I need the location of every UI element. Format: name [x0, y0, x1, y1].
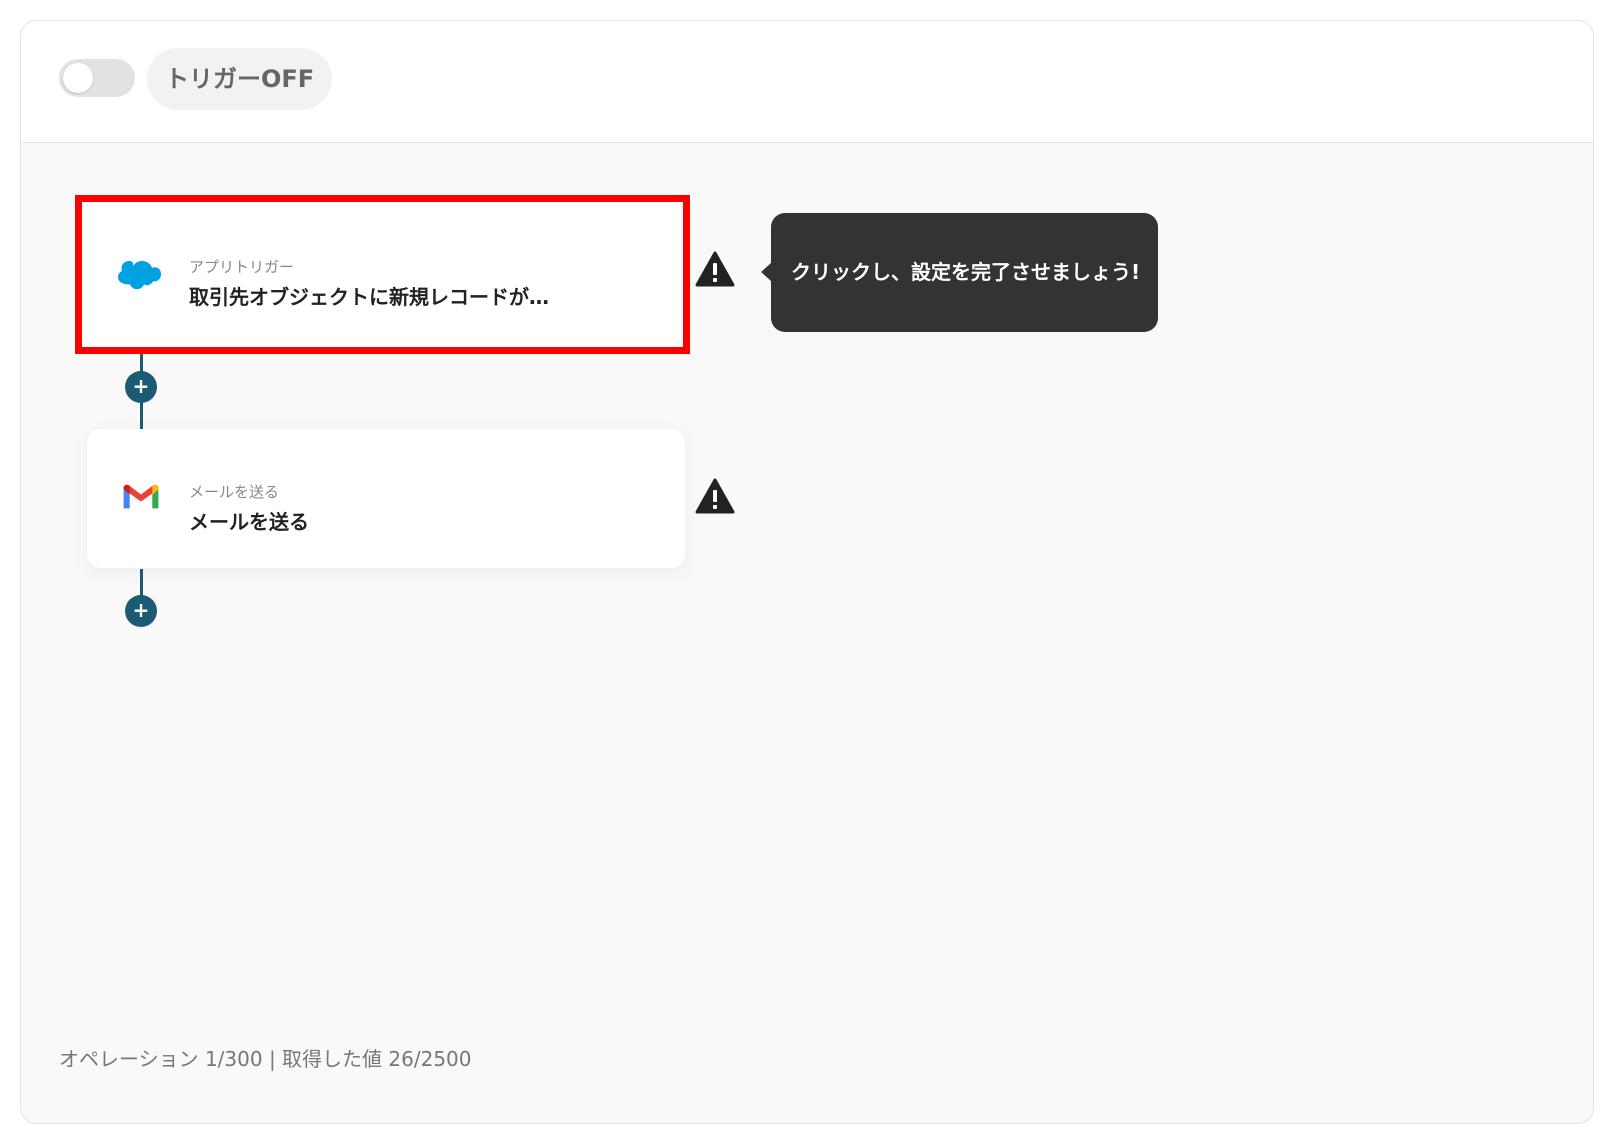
flow-header: トリガーOFF	[21, 21, 1593, 143]
tooltip-arrow	[761, 263, 771, 281]
step-title: 取引先オブジェクトに新規レコードが…	[189, 285, 549, 309]
step-type-label: メールを送る	[189, 483, 280, 501]
salesforce-icon	[118, 261, 161, 290]
warning-icon[interactable]	[695, 478, 735, 514]
step-type-label: アプリトリガー	[189, 258, 295, 276]
add-step-button[interactable]: +	[125, 371, 157, 403]
flow-step-send-mail[interactable]: メールを送る メールを送る	[87, 429, 685, 568]
trigger-toggle[interactable]	[59, 59, 135, 97]
add-step-button[interactable]: +	[125, 595, 157, 627]
setup-hint-tooltip: クリックし、設定を完了させましょう!	[761, 213, 1158, 332]
step-title: メールを送る	[189, 510, 309, 534]
flow-step-app-trigger[interactable]: アプリトリガー 取引先オブジェクトに新規レコードが…	[82, 201, 685, 348]
toggle-knob	[63, 63, 93, 93]
tooltip-text: クリックし、設定を完了させましょう!	[791, 260, 1141, 284]
trigger-status-label: トリガーOFF	[147, 48, 333, 110]
flow-editor-panel: トリガーOFF アプリトリガー 取引先オブジェクトに新規レコードが… クリックし…	[20, 20, 1594, 1124]
gmail-icon	[123, 484, 159, 509]
usage-counter: オペレーション 1/300 | 取得した値 26/2500	[59, 1047, 472, 1071]
warning-icon[interactable]	[695, 251, 735, 287]
